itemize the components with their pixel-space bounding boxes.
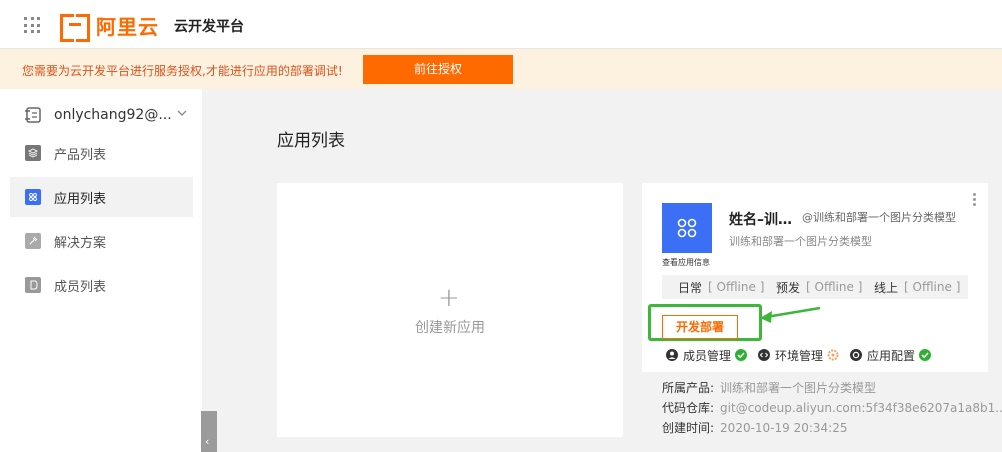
sidebar-collapse-toggle[interactable]: ‹: [201, 411, 217, 452]
app-grid-icon[interactable]: [24, 17, 40, 33]
sidebar-item-label: 应用列表: [54, 191, 107, 207]
sidebar-item-apps[interactable]: 应用列表: [10, 177, 193, 217]
account-icon: [25, 107, 41, 123]
app-details: 所属产品: 训练和部署一个图片分类模型 代码仓库: git@codeup.aliyu…: [642, 372, 1002, 437]
product-icon: [25, 145, 41, 161]
page-title: 应用列表: [277, 131, 345, 151]
check-circle-icon: [735, 349, 748, 361]
view-app-info-link[interactable]: 查看应用信息: [662, 257, 710, 268]
create-app-label: 创建新应用: [415, 320, 485, 336]
sidebar-item-solutions[interactable]: 解决方案: [10, 221, 193, 261]
logo-text: 阿里云: [96, 14, 159, 39]
product-line: 所属产品: 训练和部署一个图片分类模型: [662, 379, 876, 396]
detail-label: 所属产品:: [662, 381, 715, 395]
env-status: [ Offline ]: [806, 280, 863, 294]
sidebar: onlychang92@... 产品列表 应用列表 解决方案 成员列表: [0, 89, 202, 452]
management-row: 成员管理 环境管理 应用配置: [666, 347, 942, 363]
created-line: 创建时间: 2020-10-19 20:34:25: [662, 419, 848, 436]
env-status: [ Offline ]: [904, 280, 961, 294]
env-label: 预发: [776, 280, 801, 295]
member-icon: [25, 277, 41, 293]
sidebar-item-label: 产品列表: [54, 147, 107, 163]
sidebar-item-label: 成员列表: [54, 279, 107, 295]
sidebar-item-members[interactable]: 成员列表: [10, 265, 193, 305]
authorize-button[interactable]: 前往授权: [363, 55, 513, 84]
sidebar-item-label: 解决方案: [54, 235, 107, 251]
detail-value: 2020-10-19 20:34:25: [720, 421, 848, 435]
app-logo-glyph: [677, 218, 697, 238]
annotation-arrow-icon: [760, 306, 821, 323]
env-daily[interactable]: 日常 [ Offline ]: [678, 279, 764, 296]
chevron-left-icon: ‹: [205, 435, 210, 448]
sidebar-item-products[interactable]: 产品列表: [10, 133, 193, 173]
env-status: [ Offline ]: [708, 280, 765, 294]
detail-label: 代码仓库:: [662, 401, 715, 415]
app-name[interactable]: 姓名–训…: [729, 209, 792, 229]
develop-deploy-button[interactable]: 开发部署: [662, 315, 738, 339]
gear-icon: [850, 349, 863, 361]
plus-icon: +: [438, 283, 460, 313]
env-staging[interactable]: 预发 [ Offline ]: [776, 279, 862, 296]
management-label: 应用配置: [867, 348, 916, 363]
management-label: 成员管理: [683, 348, 732, 363]
account-switcher[interactable]: onlychang92@...: [10, 103, 192, 127]
app-avatar-icon[interactable]: [662, 203, 712, 253]
app-icon: [25, 189, 41, 205]
member-management[interactable]: 成员管理: [666, 347, 748, 364]
authorization-notice: 您需要为云开发平台进行服务授权,才能进行应用的部署调试! 前往授权: [0, 49, 1002, 89]
app-configuration[interactable]: 应用配置: [850, 347, 932, 364]
environment-status-row: 日常 [ Offline ] 预发 [ Offline ] 线上 [ Offli…: [662, 275, 968, 299]
create-app-card[interactable]: + 创建新应用: [277, 183, 623, 437]
environment-management[interactable]: 环境管理: [758, 347, 839, 364]
app-description: 训练和部署一个图片分类模型: [729, 235, 872, 248]
notice-text: 您需要为云开发平台进行服务授权,才能进行应用的部署调试!: [22, 64, 343, 78]
aliyun-logo[interactable]: 阿里云: [60, 12, 159, 42]
user-icon: [666, 349, 678, 361]
repo-link[interactable]: git@codeup.aliyun.com:5f34f38e6207a1a8b1…: [720, 401, 1002, 415]
more-menu-icon[interactable]: [973, 193, 977, 207]
platform-title: 云开发平台: [174, 19, 244, 35]
pending-gear-icon: [827, 349, 839, 361]
chevron-down-icon: [177, 110, 187, 116]
code-icon: [758, 349, 771, 361]
aliyun-logo-mark: [60, 14, 90, 42]
detail-label: 创建时间:: [662, 421, 715, 435]
app-scope: @训练和部署一个图片分类模型: [802, 211, 956, 224]
check-circle-icon: [919, 349, 932, 361]
env-production[interactable]: 线上 [ Offline ]: [874, 279, 960, 296]
env-label: 线上: [874, 280, 899, 295]
env-label: 日常: [678, 280, 703, 295]
solution-icon: [25, 233, 41, 249]
account-name: onlychang92@...: [54, 107, 172, 123]
top-bar: 阿里云 云开发平台: [0, 0, 1002, 49]
detail-value: 训练和部署一个图片分类模型: [720, 381, 877, 395]
management-label: 环境管理: [775, 348, 824, 363]
repo-line: 代码仓库: git@codeup.aliyun.com:5f34f38e6207a…: [662, 399, 1002, 416]
